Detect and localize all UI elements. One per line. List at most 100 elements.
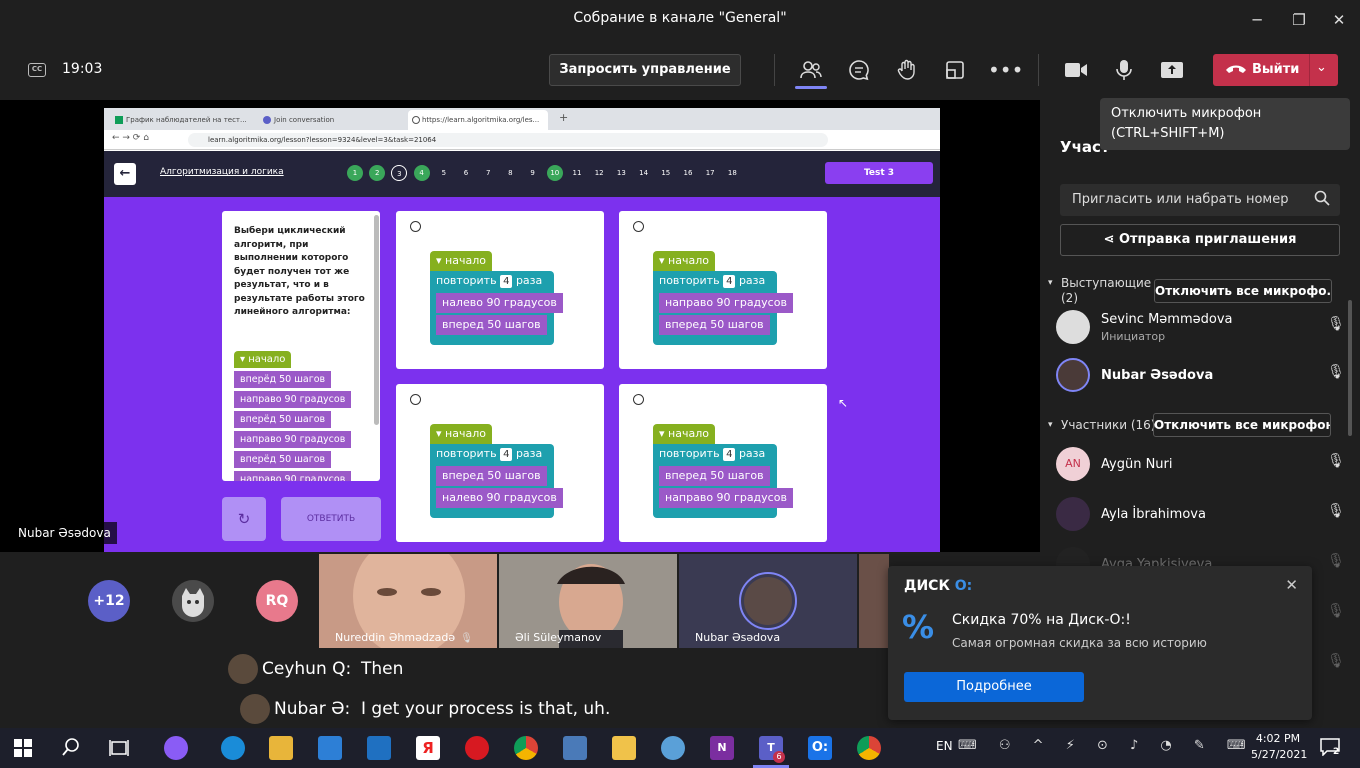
share-screen-icon[interactable] — [1157, 55, 1187, 85]
task-page-11[interactable]: 11 — [569, 165, 585, 181]
minimize-button[interactable]: ─ — [1240, 6, 1274, 34]
send-invite-button[interactable]: ⋖ Отправка приглашения — [1060, 224, 1340, 256]
search-icon[interactable] — [62, 738, 80, 760]
option-radio[interactable] — [410, 221, 421, 232]
task-page-13[interactable]: 13 — [613, 165, 629, 181]
start-block-label: начало — [668, 254, 709, 267]
chrome-profile-icon[interactable] — [857, 736, 881, 760]
title-bar: Собрание в канале "General" ─ ❐ ✕ — [0, 0, 1360, 40]
chrome-icon[interactable] — [514, 736, 538, 760]
task-page-8[interactable]: 8 — [502, 165, 518, 181]
reset-button[interactable]: ↻ — [222, 497, 266, 541]
url-field[interactable]: learn.algoritmika.org/lesson?lesson=9324… — [188, 133, 828, 147]
task-page-16[interactable]: 16 — [680, 165, 696, 181]
windows-start-icon[interactable] — [14, 739, 32, 761]
presenter-row[interactable]: Nubar Əsədova 🎙 — [1056, 354, 1346, 398]
task-page-6[interactable]: 6 — [458, 165, 474, 181]
rq-avatar[interactable]: RQ — [256, 580, 298, 622]
loop-block: повторить 4 раза — [653, 444, 777, 464]
loop-block: повторить 4 раза — [430, 444, 554, 464]
question-scrollbar[interactable] — [374, 215, 379, 425]
browser-nav-icons[interactable]: ← → ⟳ ⌂ — [112, 133, 149, 143]
search-icon[interactable] — [1314, 190, 1330, 210]
onenote-icon[interactable]: N — [710, 736, 734, 760]
task-page-9[interactable]: 9 — [525, 165, 541, 181]
request-control-button[interactable]: Запросить управление — [549, 54, 741, 86]
raise-hand-icon[interactable] — [892, 55, 922, 85]
task-page-1[interactable]: 1 — [347, 165, 363, 181]
option-card-2[interactable]: ▾ начало повторить 4 раза направо 90 граду… — [619, 211, 827, 369]
paint-icon[interactable] — [661, 736, 685, 760]
people-icon[interactable] — [796, 55, 826, 85]
network-app-icon[interactable] — [563, 736, 587, 760]
course-breadcrumb[interactable]: Алгоритмизация и логика — [160, 167, 284, 177]
invite-input[interactable]: Пригласить или набрать номер — [1060, 184, 1340, 216]
answer-button[interactable]: ОТВЕТИТЬ — [281, 497, 381, 541]
video-tile-1[interactable]: Nureddin Əhmədzadə 🎙 — [319, 554, 497, 648]
maximize-button[interactable]: ❐ — [1282, 6, 1316, 34]
close-window-button[interactable]: ✕ — [1322, 6, 1356, 34]
attendee-row[interactable]: Ayla İbrahimova 🎙 — [1056, 493, 1346, 537]
video-tile-3[interactable]: Nubar Əsədova — [679, 554, 857, 648]
store-icon[interactable] — [318, 736, 342, 760]
presenter-row[interactable]: Sevinc Məmmədova Инициатор 🎙 — [1056, 306, 1346, 350]
option-card-1[interactable]: ▾ начало повторить 4 раза налево 90 градус… — [396, 211, 604, 369]
browser-tab-2[interactable]: Join conversation — [260, 110, 394, 130]
task-page-2[interactable]: 2 — [369, 165, 386, 181]
file-explorer-icon[interactable] — [269, 736, 293, 760]
option-radio[interactable] — [633, 221, 644, 232]
chat-icon[interactable] — [844, 55, 874, 85]
captions-icon[interactable]: CC — [28, 63, 46, 77]
disk-o-icon[interactable]: О: — [808, 736, 832, 760]
browser-tab-1[interactable]: График наблюдателей на тест... — [112, 110, 256, 130]
toast-details-button[interactable]: Подробнее — [904, 672, 1084, 702]
task-page-14[interactable]: 14 — [636, 165, 652, 181]
panel-scrollbar[interactable] — [1348, 300, 1352, 436]
option-card-4[interactable]: ▾ начало повторить 4 раза вперед 50 шагов н… — [619, 384, 827, 542]
option-radio[interactable] — [410, 394, 421, 405]
task-page-7[interactable]: 7 — [480, 165, 496, 181]
new-tab-button[interactable]: + — [559, 111, 568, 124]
task-page-18[interactable]: 18 — [724, 165, 740, 181]
system-tray-icons[interactable]: ⌨ ⚇ ^ ⚡ ⊙ ♪ ◔ ✎ ⌨ — [958, 738, 1255, 753]
cortana-icon[interactable] — [164, 736, 188, 760]
close-icon[interactable]: ✕ — [1285, 576, 1298, 594]
collapse-attendees-icon[interactable]: ▾ — [1048, 420, 1053, 430]
mute-all-presenters-button[interactable]: Отключить все микрофо... — [1154, 279, 1332, 303]
option-card-3[interactable]: ▾ начало повторить 4 раза вперед 50 шагов н… — [396, 384, 604, 542]
task-page-15[interactable]: 15 — [658, 165, 674, 181]
files-icon[interactable] — [612, 736, 636, 760]
mute-all-attendees-button[interactable]: Отключить все микрофоны — [1153, 413, 1331, 437]
task-page-3[interactable]: 3 — [391, 165, 408, 181]
lesson-body: Выбери циклический алгоритм, при выполне… — [104, 197, 940, 552]
speaker-ring — [739, 572, 797, 630]
task-page-4[interactable]: 4 — [413, 165, 430, 181]
test-button[interactable]: Test 3 — [825, 162, 933, 184]
task-page-12[interactable]: 12 — [591, 165, 607, 181]
task-page-10[interactable]: 10 — [546, 165, 563, 181]
browser-tab-active[interactable]: https://learn.algoritmika.org/les... — [408, 110, 548, 130]
attendee-row[interactable]: AN Aygün Nuri 🎙 — [1056, 443, 1346, 487]
breakout-rooms-icon[interactable] — [940, 55, 970, 85]
edge-icon[interactable] — [221, 736, 245, 760]
system-clock[interactable]: 4:02 PM 5/27/2021 — [1251, 731, 1307, 763]
option-radio[interactable] — [633, 394, 644, 405]
task-page-17[interactable]: 17 — [702, 165, 718, 181]
back-button[interactable]: ← — [114, 163, 136, 185]
input-language[interactable]: EN — [936, 739, 953, 753]
mail-icon[interactable] — [367, 736, 391, 760]
microphone-icon[interactable] — [1109, 55, 1139, 85]
opera-icon[interactable] — [465, 736, 489, 760]
task-page-5[interactable]: 5 — [436, 165, 452, 181]
yandex-icon[interactable]: Я — [416, 736, 440, 760]
video-tile-2[interactable]: Əli Süleymanov — [499, 554, 677, 648]
video-tile-4[interactable] — [859, 554, 889, 648]
more-options-icon[interactable]: ••• — [988, 55, 1023, 85]
camera-icon[interactable] — [1061, 55, 1091, 85]
browser-tab-label: Join conversation — [274, 116, 335, 124]
task-view-icon[interactable] — [109, 739, 129, 761]
chevron-down-icon[interactable]: ⌄ — [1316, 60, 1327, 75]
collapse-presenters-icon[interactable]: ▾ — [1048, 278, 1053, 288]
more-participants-badge[interactable]: +12 — [88, 580, 130, 622]
cat-avatar[interactable] — [172, 580, 214, 622]
